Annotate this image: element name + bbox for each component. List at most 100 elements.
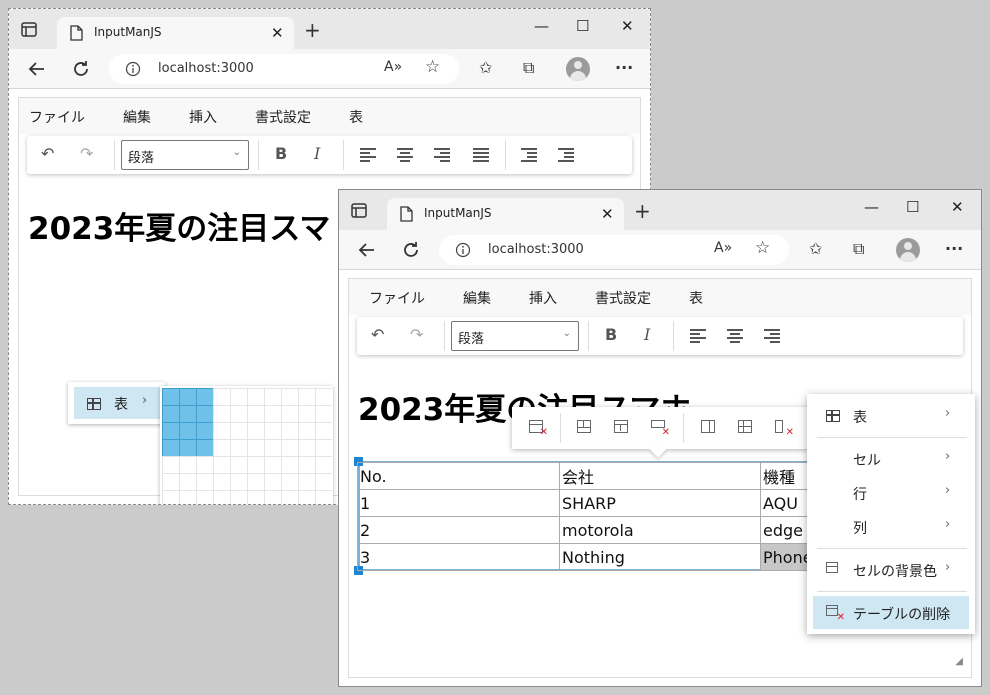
menu-table[interactable]: 表	[349, 107, 363, 127]
menu-divider	[817, 591, 967, 592]
tab-actions-icon[interactable]	[19, 20, 39, 40]
menu-table[interactable]: 表	[689, 288, 703, 308]
undo-icon[interactable]: ↶	[371, 325, 384, 344]
table-cell[interactable]: 2	[357, 516, 560, 544]
align-center-icon[interactable]	[397, 148, 413, 162]
context-item-cell-background[interactable]: セルの背景色 ›	[813, 553, 969, 586]
maximize-icon[interactable]: ☐	[576, 17, 589, 35]
bold-button[interactable]: B	[275, 144, 287, 163]
close-window-icon[interactable]: ✕	[621, 17, 634, 35]
context-item-table[interactable]: 表 ›	[813, 399, 969, 432]
info-icon[interactable]	[455, 242, 471, 258]
read-aloud-icon[interactable]: A»	[714, 240, 732, 256]
browser-tab[interactable]: InputManJS ✕	[57, 17, 294, 49]
insert-column-after-icon[interactable]	[737, 419, 755, 435]
refresh-icon[interactable]	[400, 239, 422, 261]
toolbar-divider	[560, 413, 561, 443]
bold-button[interactable]: B	[605, 325, 617, 344]
align-center-icon[interactable]	[727, 329, 743, 343]
align-left-icon[interactable]	[360, 148, 376, 162]
table-size-picker[interactable]: 3x4	[160, 386, 333, 504]
menu-file[interactable]: ファイル	[369, 288, 425, 308]
editor-menubar: ファイル 編集 挿入 書式設定 表	[19, 98, 640, 134]
paragraph-style-select[interactable]: 段落 ⌄	[451, 321, 579, 351]
maximize-icon[interactable]: ☐	[906, 198, 919, 216]
undo-icon[interactable]: ↶	[41, 144, 54, 163]
resize-grip-icon[interactable]: ◢	[955, 656, 963, 667]
more-icon[interactable]: ···	[945, 239, 963, 258]
back-arrow-icon[interactable]	[356, 239, 378, 261]
context-item-delete-table[interactable]: ✕ テーブルの削除	[813, 596, 969, 629]
collections-icon[interactable]: ⧉	[853, 239, 864, 259]
menu-insert[interactable]: 挿入	[189, 107, 217, 127]
menu-edit[interactable]: 編集	[463, 288, 491, 308]
table-cell[interactable]: No.	[357, 462, 560, 490]
menu-insert[interactable]: 挿入	[529, 288, 557, 308]
table-cell[interactable]: motorola	[559, 516, 761, 544]
close-window-icon[interactable]: ✕	[951, 198, 964, 216]
insert-row-above-icon[interactable]	[576, 419, 594, 435]
more-icon[interactable]: ···	[615, 58, 633, 77]
table-cell[interactable]: SHARP	[559, 489, 761, 517]
redo-icon[interactable]: ↷	[410, 325, 423, 344]
close-tab-icon[interactable]: ✕	[271, 24, 284, 42]
url-field[interactable]: localhost:3000 A» ☆	[439, 235, 789, 265]
favorites-icon[interactable]: ✩	[809, 239, 822, 258]
back-arrow-icon[interactable]	[26, 58, 48, 80]
menu-edit[interactable]: 編集	[123, 107, 151, 127]
tab-title: InputManJS	[94, 25, 162, 39]
tab-title: InputManJS	[424, 206, 492, 220]
read-aloud-icon[interactable]: A»	[384, 59, 402, 75]
delete-row-icon[interactable]: ✕	[650, 419, 670, 438]
avatar[interactable]	[896, 238, 920, 262]
context-item-label: 表	[853, 410, 867, 426]
browser-tab[interactable]: InputManJS ✕	[387, 198, 624, 230]
redo-icon[interactable]: ↷	[80, 144, 93, 163]
new-tab-icon[interactable]: +	[634, 199, 651, 223]
minimize-icon[interactable]: —	[534, 17, 549, 35]
collections-icon[interactable]: ⧉	[523, 58, 534, 78]
paragraph-style-select[interactable]: 段落 ⌄	[121, 140, 249, 170]
menu-format[interactable]: 書式設定	[255, 107, 311, 127]
new-tab-icon[interactable]: +	[304, 18, 321, 42]
close-tab-icon[interactable]: ✕	[601, 205, 614, 223]
align-left-icon[interactable]	[690, 329, 706, 343]
favorite-star-icon[interactable]: ☆	[755, 238, 770, 258]
context-item-row[interactable]: 行 ›	[813, 476, 969, 509]
context-item-cell[interactable]: セル ›	[813, 442, 969, 475]
url-field[interactable]: localhost:3000 A» ☆	[109, 54, 459, 84]
refresh-icon[interactable]	[70, 58, 92, 80]
indent-icon[interactable]	[558, 148, 574, 162]
favorite-star-icon[interactable]: ☆	[425, 57, 440, 77]
menu-file[interactable]: ファイル	[29, 107, 85, 127]
table-cell[interactable]: Nothing	[559, 543, 761, 571]
align-justify-icon[interactable]	[473, 148, 489, 162]
table-cell[interactable]: 3	[357, 543, 560, 571]
italic-button[interactable]: I	[644, 325, 650, 344]
avatar[interactable]	[566, 57, 590, 81]
align-right-icon[interactable]	[764, 329, 780, 343]
minimize-icon[interactable]: —	[864, 198, 879, 216]
document-icon	[400, 206, 413, 222]
italic-button[interactable]: I	[314, 144, 320, 163]
editor-toolbar: ↶ ↷ 段落 ⌄ B I	[357, 317, 963, 355]
toolbar-divider	[114, 140, 115, 170]
menu-format[interactable]: 書式設定	[595, 288, 651, 308]
table-cell[interactable]: 1	[357, 489, 560, 517]
toolbar-divider	[588, 321, 589, 351]
delete-column-icon[interactable]: ✕	[774, 419, 794, 438]
insert-column-before-icon[interactable]	[700, 419, 718, 435]
page-content: ファイル 編集 挿入 書式設定 表 ↶ ↷ 段落 ⌄ B I	[339, 270, 981, 686]
table-cell[interactable]: 会社	[559, 462, 761, 490]
align-right-icon[interactable]	[434, 148, 450, 162]
menu-item-table[interactable]: 表 ›	[74, 387, 160, 419]
insert-row-below-icon[interactable]	[613, 419, 631, 435]
outdent-icon[interactable]	[521, 148, 537, 162]
info-icon[interactable]	[125, 61, 141, 77]
table-delete-icon[interactable]: ✕	[528, 419, 548, 438]
address-bar: localhost:3000 A» ☆ ✩ ⧉ ···	[9, 49, 650, 89]
tab-actions-icon[interactable]	[349, 201, 369, 221]
favorites-icon[interactable]: ✩	[479, 58, 492, 77]
context-item-column[interactable]: 列 ›	[813, 510, 969, 543]
table-icon	[826, 410, 840, 422]
